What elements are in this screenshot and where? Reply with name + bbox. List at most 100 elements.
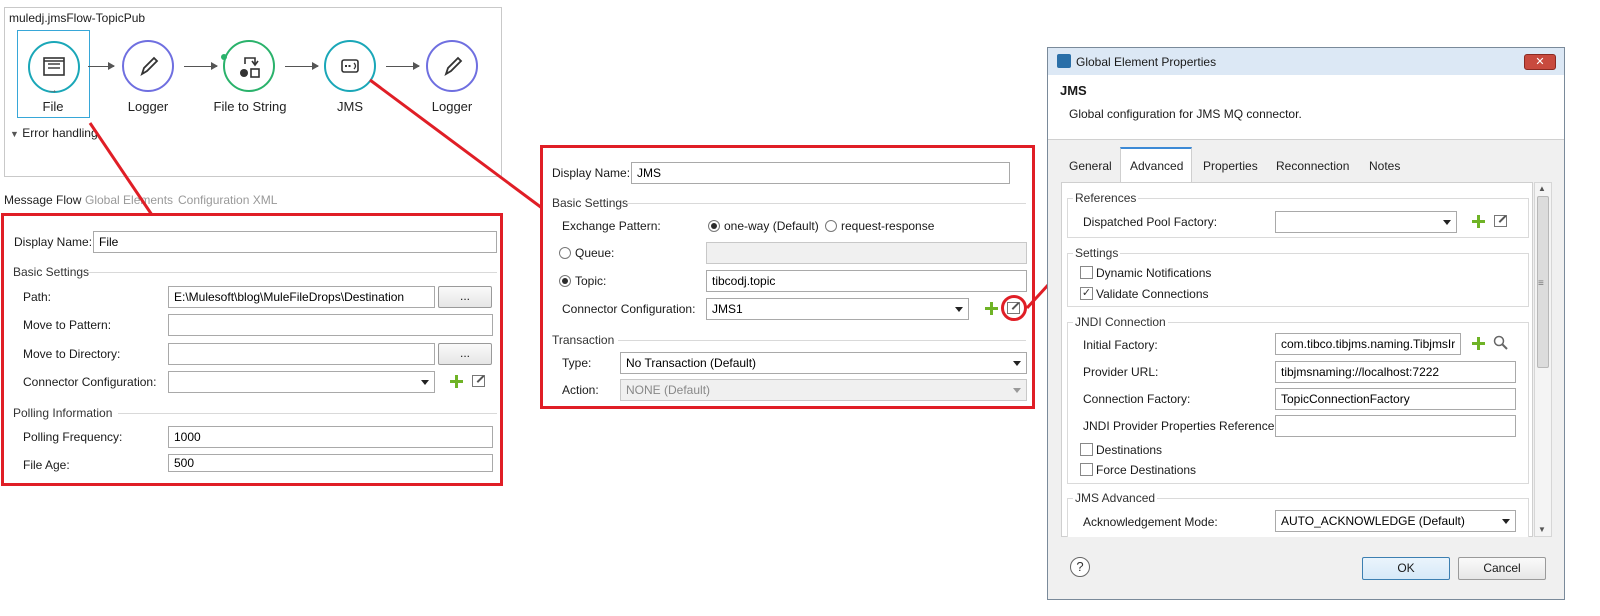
jms-display-name-field[interactable] — [631, 162, 1010, 184]
transaction-action-dropdown[interactable]: NONE (Default) — [620, 379, 1027, 401]
dispatcher-dropdown[interactable] — [1275, 211, 1457, 233]
file-age-field[interactable] — [168, 454, 493, 472]
path-field[interactable] — [168, 286, 435, 308]
exchange-pattern-label: Exchange Pattern: — [562, 219, 661, 233]
dialog-heading: JMS — [1060, 83, 1087, 98]
tab-reconnection[interactable]: Reconnection — [1276, 159, 1349, 173]
jms-node[interactable] — [324, 40, 376, 92]
group-divider — [118, 413, 497, 414]
request-response-radio[interactable] — [825, 220, 837, 232]
file-age-label: File Age: — [23, 458, 70, 472]
edit-icon[interactable] — [472, 375, 485, 387]
dynamic-notifications-checkbox[interactable] — [1080, 266, 1093, 279]
node-label-jms: JMS — [337, 99, 363, 114]
add-plus-icon[interactable] — [985, 302, 998, 315]
flow-arrow — [88, 62, 115, 70]
node-label-logger-1: Logger — [127, 99, 169, 114]
validate-connections-checkbox[interactable]: ✓ — [1080, 287, 1093, 300]
help-button[interactable]: ? — [1070, 557, 1090, 577]
edit-icon-highlight-circle — [1001, 295, 1027, 321]
tab-general[interactable]: General — [1069, 159, 1112, 173]
move-directory-label: Move to Directory: — [23, 347, 121, 361]
topic-label: Topic: — [575, 274, 607, 288]
tab-message-flow[interactable]: Message Flow — [4, 193, 81, 207]
jms-advanced-title: JMS Advanced — [1073, 491, 1158, 505]
polling-frequency-label: Polling Frequency: — [23, 430, 123, 444]
add-plus-icon[interactable] — [450, 375, 463, 388]
connection-factory-field[interactable] — [1275, 388, 1516, 410]
polling-frequency-field[interactable] — [168, 426, 493, 448]
help-icon: ? — [1076, 559, 1084, 574]
topic-field[interactable] — [706, 270, 1027, 292]
error-handling-toggle[interactable]: ▼ Error handling — [10, 126, 98, 140]
destinations-checkbox[interactable] — [1080, 443, 1093, 456]
request-response-label: request-response — [841, 219, 935, 233]
cancel-button[interactable]: Cancel — [1458, 557, 1546, 580]
move-pattern-label: Move to Pattern: — [23, 318, 112, 332]
transformer-icon — [240, 57, 260, 78]
add-plus-icon[interactable] — [1472, 215, 1485, 228]
dynamic-notifications-label: Dynamic Notifications — [1096, 266, 1212, 280]
queue-radio[interactable] — [559, 247, 571, 259]
topic-radio[interactable] — [559, 275, 571, 287]
transaction-type-dropdown[interactable]: No Transaction (Default) — [620, 352, 1027, 374]
app-logo-icon — [1057, 54, 1071, 68]
jms-display-name-label: Display Name: — [552, 166, 631, 180]
oneway-radio[interactable] — [708, 220, 720, 232]
ack-mode-label: Acknowledgement Mode: — [1083, 515, 1218, 529]
jndi-props-label: JNDI Provider Properties Reference: — [1083, 419, 1278, 433]
tab-global-elements[interactable]: Global Elements — [85, 193, 173, 207]
flow-arrow — [285, 62, 319, 70]
jndi-props-field[interactable] — [1275, 415, 1516, 437]
display-name-field[interactable] — [93, 231, 497, 253]
dispatcher-label: Dispatched Pool Factory: — [1083, 215, 1218, 229]
tab-configuration-xml[interactable]: Configuration XML — [178, 193, 277, 207]
references-title: References — [1073, 191, 1139, 205]
path-browse-button[interactable]: ... — [438, 286, 492, 308]
node-label-logger-2: Logger — [431, 99, 473, 114]
provider-url-label: Provider URL: — [1083, 365, 1159, 379]
polling-info-group: Polling Information — [13, 406, 113, 420]
arrow-glyph: → — [47, 84, 58, 96]
scroll-up-icon[interactable]: ▲ — [1538, 184, 1546, 193]
provider-url-field[interactable] — [1275, 361, 1516, 383]
jndi-title: JNDI Connection — [1073, 315, 1168, 329]
scroll-down-icon[interactable]: ▼ — [1538, 525, 1546, 534]
tab-notes[interactable]: Notes — [1369, 159, 1400, 173]
path-label: Path: — [23, 290, 52, 304]
transaction-group: Transaction — [552, 333, 615, 347]
ok-button[interactable]: OK — [1362, 557, 1450, 580]
dialog-window-title: Global Element Properties — [1076, 55, 1217, 69]
close-button[interactable]: ✕ — [1524, 54, 1556, 70]
ack-mode-dropdown[interactable]: AUTO_ACKNOWLEDGE (Default) — [1275, 510, 1516, 532]
move-pattern-field[interactable] — [168, 314, 493, 336]
file-to-string-node[interactable] — [223, 40, 275, 92]
logger-node-1[interactable] — [122, 40, 174, 92]
pencil-icon — [140, 56, 159, 77]
move-directory-field[interactable] — [168, 343, 435, 365]
tab-properties[interactable]: Properties — [1203, 159, 1258, 173]
queue-field[interactable] — [706, 242, 1027, 264]
close-icon: ✕ — [1535, 56, 1545, 68]
initial-factory-field[interactable] — [1275, 333, 1461, 355]
settings-title: Settings — [1073, 246, 1121, 260]
flow-arrow — [386, 62, 420, 70]
logger-node-2[interactable] — [426, 40, 478, 92]
triangle-down-icon: ▼ — [10, 129, 19, 139]
add-plus-icon[interactable] — [1472, 337, 1485, 350]
display-name-label: Display Name: — [14, 235, 93, 249]
edit-icon[interactable] — [1494, 215, 1507, 227]
force-destinations-checkbox[interactable] — [1080, 463, 1093, 476]
jms-connector-config-dropdown[interactable]: JMS1 — [706, 298, 969, 320]
search-icon[interactable] — [1493, 335, 1509, 351]
node-label-file: File — [42, 99, 64, 114]
oneway-label: one-way (Default) — [724, 219, 819, 233]
connection-factory-label: Connection Factory: — [1083, 392, 1191, 406]
validate-connections-label: Validate Connections — [1096, 287, 1209, 301]
connector-config-label: Connector Configuration: — [23, 375, 157, 389]
connector-config-dropdown[interactable] — [168, 371, 435, 393]
tab-advanced[interactable]: Advanced — [1130, 159, 1183, 173]
directory-browse-button[interactable]: ... — [438, 343, 492, 365]
flow-arrow — [184, 62, 218, 70]
jms-connector-icon — [341, 59, 359, 73]
